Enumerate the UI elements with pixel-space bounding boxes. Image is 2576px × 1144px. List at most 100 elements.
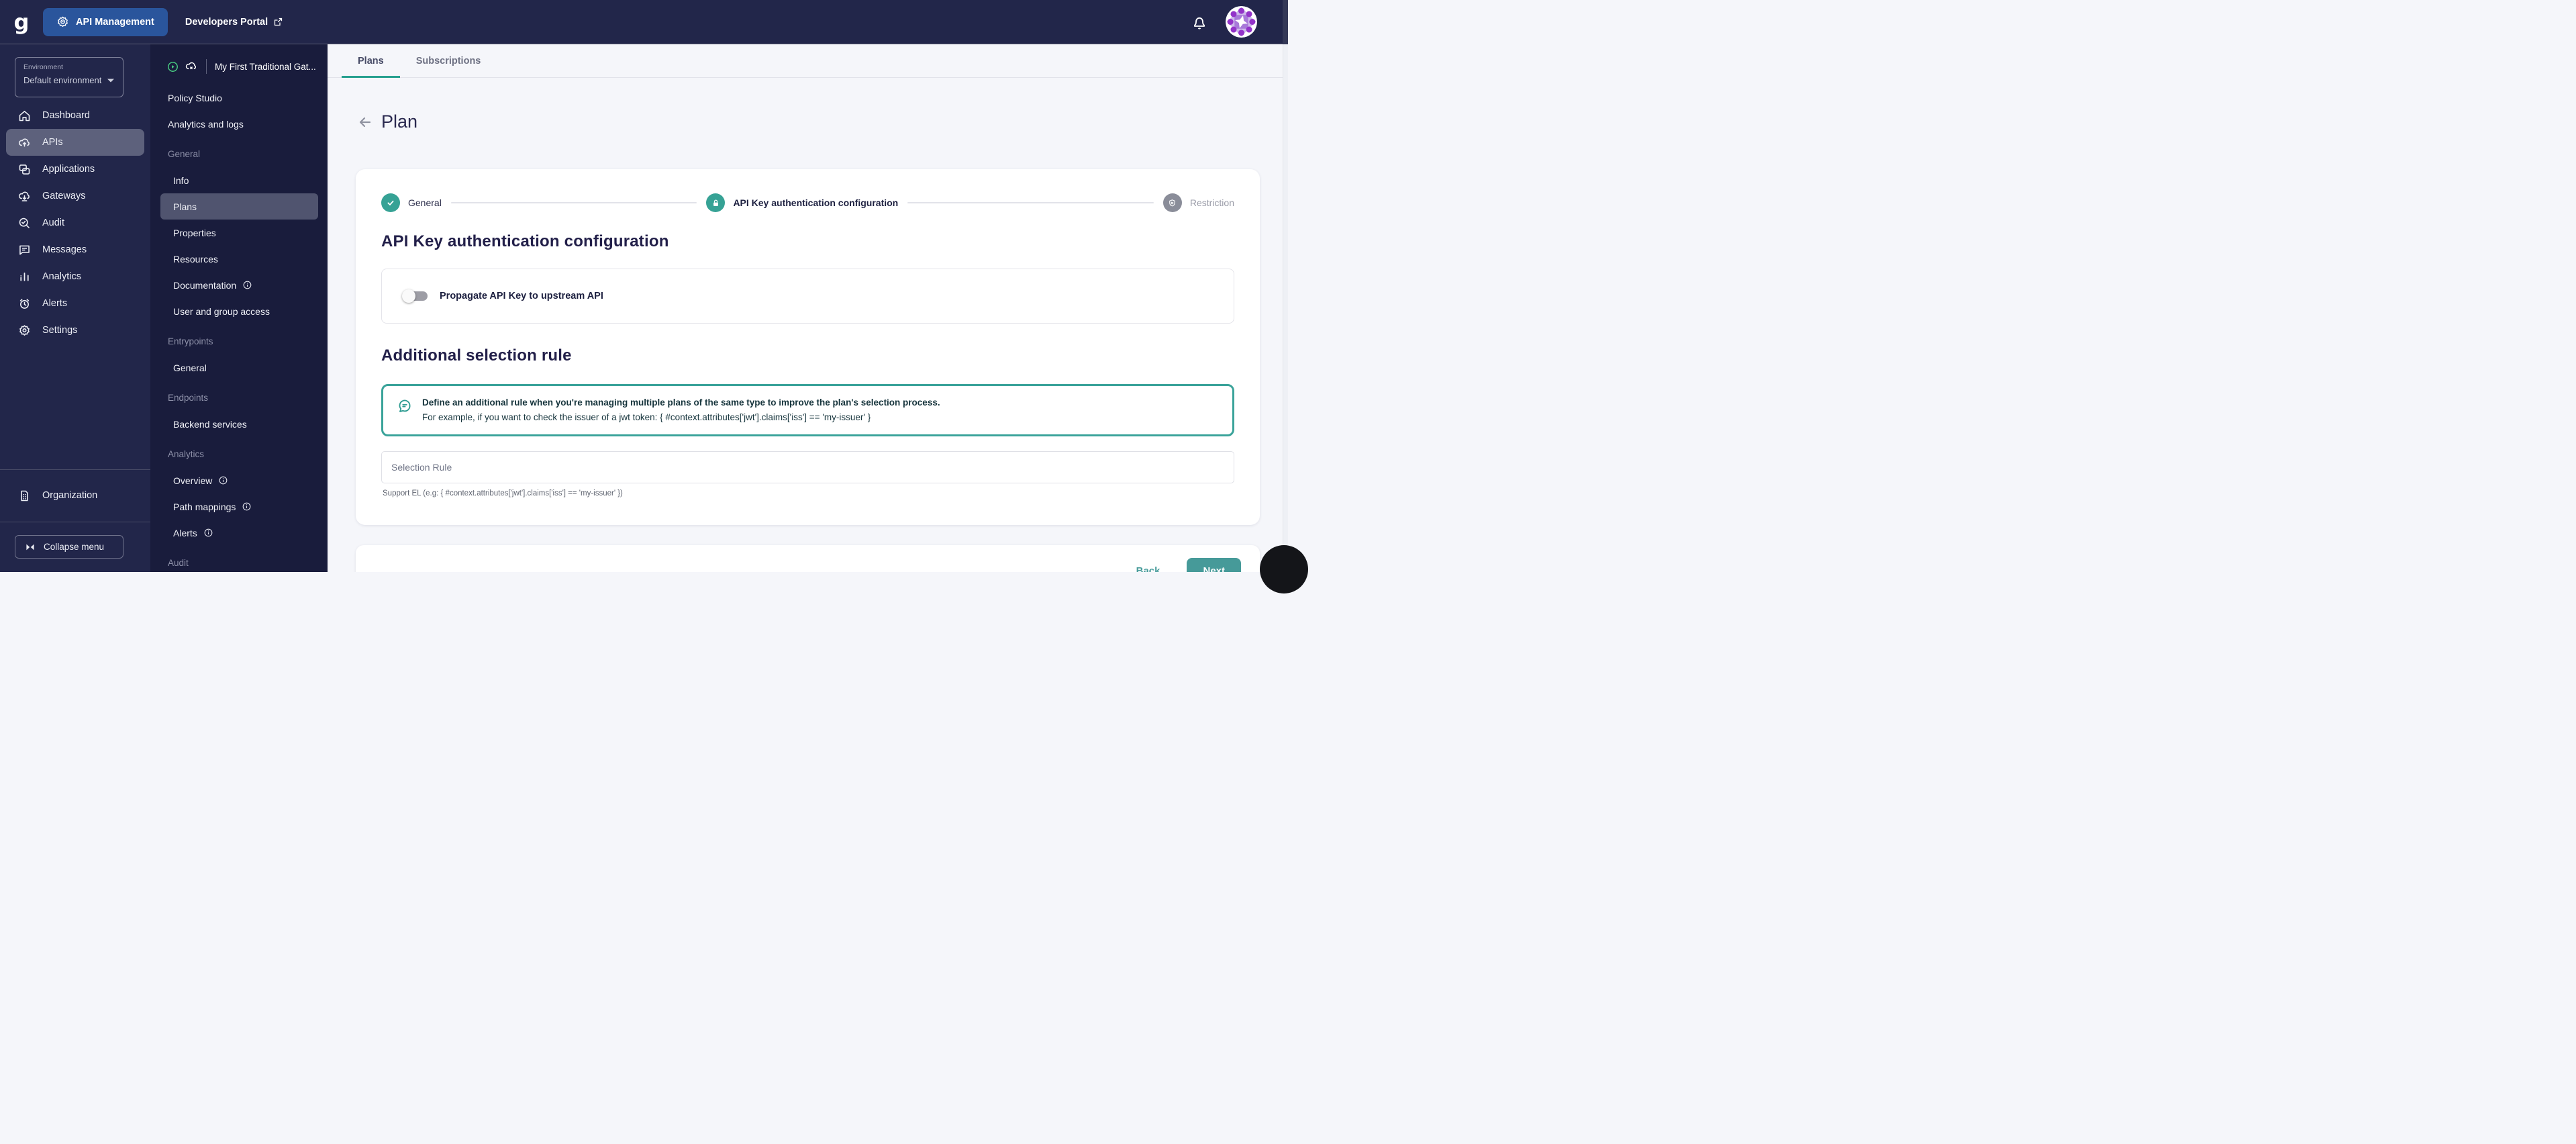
api-menu-section-endpoints: Endpoints (150, 385, 328, 411)
stepper-line (907, 202, 1154, 203)
info-icon[interactable] (203, 528, 213, 538)
message-bubble-icon (17, 243, 32, 257)
banner-line-1: Define an additional rule when you're ma… (422, 397, 940, 408)
developers-portal-link[interactable]: Developers Portal (185, 17, 283, 28)
sidebar-item-settings[interactable]: Settings (6, 317, 144, 344)
info-icon[interactable] (218, 475, 228, 485)
collapse-menu-label: Collapse menu (44, 542, 105, 552)
sidebar-item-alerts[interactable]: Alerts (6, 290, 144, 317)
scrollbar-body-segment (1283, 44, 1288, 572)
api-menu-policy-studio[interactable]: Policy Studio (150, 85, 328, 111)
info-icon[interactable] (242, 502, 252, 512)
chat-bubble-icon (397, 398, 413, 414)
environment-selector[interactable]: Environment Default environment (15, 57, 123, 97)
step-label: Restriction (1189, 197, 1234, 208)
section-label: Entrypoints (168, 336, 213, 346)
step-shield-icon (1162, 193, 1182, 212)
menu-label: Plans (173, 201, 197, 212)
back-arrow-icon[interactable] (357, 114, 373, 130)
sidebar-item-gateways[interactable]: Gateways (6, 183, 144, 209)
caret-down-icon (107, 78, 115, 83)
propagate-api-key-field: Propagate API Key to upstream API (381, 269, 1234, 324)
sidebar-item-label: Analytics (42, 271, 82, 282)
sidebar-item-organization[interactable]: Organization (6, 482, 144, 509)
collapse-arrows-icon (25, 542, 36, 552)
wizard-stepper: General API Key authentication configura… (381, 193, 1234, 212)
sidebar-item-label: Alerts (42, 298, 68, 309)
api-key-config-heading: API Key authentication configuration (381, 232, 669, 250)
tab-label: Plans (358, 55, 384, 66)
sidebar-item-label: Gateways (42, 191, 86, 201)
section-label: General (168, 149, 201, 159)
bar-chart-icon (17, 270, 32, 284)
organization-icon (17, 489, 32, 503)
api-menu-section-entrypoints: Entrypoints (150, 328, 328, 354)
api-menu-overview[interactable]: Overview (150, 467, 328, 493)
section-label: Audit (168, 558, 189, 568)
sidebar-item-label: Settings (42, 325, 78, 336)
developers-portal-label: Developers Portal (185, 16, 268, 28)
toggle-knob (402, 289, 415, 303)
api-menu-backend-services[interactable]: Backend services (150, 411, 328, 437)
sidebar-item-messages[interactable]: Messages (6, 236, 144, 263)
selection-rule-hint: Support EL (e.g: { #context.attributes['… (383, 489, 623, 497)
page-title: Plan (381, 111, 418, 132)
api-management-button[interactable]: API Management (43, 7, 168, 36)
banner-line-2: For example, if you want to check the is… (422, 412, 871, 422)
notifications-bell-icon[interactable] (1191, 13, 1208, 31)
api-menu-resources[interactable]: Resources (150, 246, 328, 272)
step-label: API Key authentication configuration (733, 197, 899, 208)
sidebar-item-audit[interactable]: Audit (6, 209, 144, 236)
audit-search-check-icon (17, 216, 32, 230)
propagate-api-key-toggle[interactable] (402, 288, 429, 304)
home-icon (17, 109, 32, 123)
vertical-divider (206, 59, 207, 74)
top-bar: g API Management Developers Portal (0, 0, 1288, 44)
topbar-right (1191, 6, 1288, 38)
tab-plans[interactable]: Plans (342, 44, 400, 78)
sidebar-item-label: APIs (42, 137, 63, 148)
api-menu-analytics-and-logs[interactable]: Analytics and logs (150, 111, 328, 137)
cloud-download-icon (17, 189, 32, 203)
tab-subscriptions[interactable]: Subscriptions (400, 44, 497, 77)
next-button[interactable]: Next (1187, 557, 1241, 572)
api-header: My First Traditional Gat... (150, 44, 328, 74)
selection-rule-info-banner: Define an additional rule when you're ma… (381, 384, 1234, 436)
step-lock-icon (706, 193, 726, 212)
api-menu-documentation[interactable]: Documentation (150, 272, 328, 298)
step-api-key-configuration[interactable]: API Key authentication configuration (706, 193, 898, 212)
selection-rule-input[interactable] (381, 451, 1234, 483)
alarm-clock-icon (17, 297, 32, 311)
cloud-upload-icon (17, 136, 32, 150)
sidebar-item-dashboard[interactable]: Dashboard (6, 102, 144, 129)
wizard-footer-bar: Back Next (356, 545, 1260, 572)
scrollbar-track[interactable] (1283, 0, 1288, 572)
api-menu-info[interactable]: Info (150, 167, 328, 193)
help-fab-button[interactable] (1260, 545, 1308, 593)
api-menu-alerts[interactable]: Alerts (150, 520, 328, 546)
api-menu-entrypoints-general[interactable]: General (150, 354, 328, 381)
step-general[interactable]: General (381, 193, 442, 212)
back-button[interactable]: Back (1130, 561, 1167, 573)
gear-badge-icon (56, 15, 69, 28)
api-management-label: API Management (76, 16, 154, 28)
collapse-menu-button[interactable]: Collapse menu (15, 535, 123, 559)
sidebar-item-applications[interactable]: Applications (6, 156, 144, 183)
user-avatar[interactable] (1226, 6, 1257, 38)
info-icon[interactable] (242, 280, 252, 290)
sidebar-item-analytics[interactable]: Analytics (6, 263, 144, 290)
step-done-check-icon (381, 193, 400, 212)
menu-label: Analytics and logs (168, 118, 244, 130)
sidebar-item-apis[interactable]: APIs (6, 129, 144, 156)
environment-label: Environment (23, 63, 63, 71)
api-menu-plans[interactable]: Plans (160, 193, 318, 220)
menu-label: General (173, 362, 207, 373)
applications-cards-icon (17, 162, 32, 177)
step-restriction[interactable]: Restriction (1162, 193, 1234, 212)
tab-label: Subscriptions (415, 55, 481, 66)
api-menu-path-mappings[interactable]: Path mappings (150, 493, 328, 520)
api-menu-user-group-access[interactable]: User and group access (150, 298, 328, 324)
api-menu-section-general: General (150, 141, 328, 167)
api-menu-properties[interactable]: Properties (150, 220, 328, 246)
menu-label: Overview (173, 475, 213, 486)
